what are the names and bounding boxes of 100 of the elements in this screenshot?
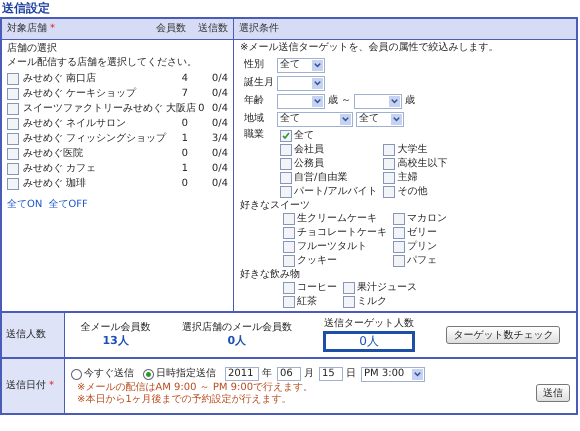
checkbox[interactable] [283,296,295,308]
store-name: みせめぐ ケーキショップ [23,88,138,100]
checkbox[interactable] [280,144,292,156]
option-label: 公務員 [294,158,324,170]
option-label: 紅茶 [297,296,317,308]
checkbox[interactable] [393,255,405,267]
radio-button[interactable] [143,368,154,380]
stat-label: 送信ターゲット人数 [324,318,414,330]
link[interactable]: 全てON [7,199,42,211]
checkbox[interactable] [393,213,405,225]
page-title: 送信設定 [1,0,51,17]
caret-icon [389,96,400,106]
select-field[interactable] [277,94,325,108]
checkbox[interactable] [7,148,19,160]
time-select[interactable]: PM 3:00 [361,366,425,382]
checkbox[interactable] [280,172,292,184]
radio-button[interactable] [71,368,82,380]
checkbox[interactable] [393,241,405,253]
select-field[interactable]: 全て [277,58,325,72]
checkbox[interactable] [383,158,396,170]
store-name: みせめぐ 珈琲 [23,178,88,190]
store-name: みせめぐ 南口店 [23,72,98,84]
checkbox[interactable] [7,102,19,114]
checkbox[interactable] [283,227,295,239]
date-input[interactable]: 06 [277,367,301,381]
checkbox[interactable] [343,296,355,308]
date-input[interactable]: 15 [319,367,343,381]
filter-label: 性別 [244,59,265,71]
stat-label: 全メール会員数 [80,322,151,334]
select-field[interactable]: 全て [277,112,353,126]
radio-label: 日時指定送信 [156,368,216,380]
checkbox[interactable] [283,213,295,225]
sent-count: 0/4 [210,148,228,160]
required-mark: * [49,380,54,392]
checkbox[interactable] [7,178,19,190]
checkbox[interactable] [280,158,292,170]
member-count: 1 [180,132,188,144]
member-count: 4 [180,72,188,84]
column-header: 会員数 [156,23,186,35]
checkbox[interactable] [383,144,396,156]
sent-count: 3/4 [210,132,228,144]
unit-label: 日 [346,368,356,380]
caret-icon [391,114,402,124]
member-count: 0 [180,148,188,160]
option-label: パート/アルバイト [294,186,378,198]
group-label: 職業 [244,129,265,142]
group-label: 好きなスイーツ [240,200,310,211]
sent-count: 0/4 [210,162,228,174]
checkbox[interactable] [7,72,19,84]
caret-icon [312,78,323,88]
option-label: プリン [407,241,437,253]
sent-count: 0/4 [210,118,228,130]
option-label: 高校生以下 [397,158,448,170]
stat-value: 0人 [228,334,246,348]
checkbox[interactable] [343,282,355,294]
send-button[interactable]: 送信 [536,384,570,402]
member-count: 0 [197,102,204,114]
option-label: クッキー [297,255,337,267]
date-input[interactable]: 2011 [225,367,259,381]
checkbox[interactable] [280,186,292,198]
unit-label: 年 [262,368,272,380]
link[interactable]: 全てOFF [48,199,88,211]
option-label: コーヒー [297,282,337,294]
checkbox[interactable] [7,88,19,100]
select-field[interactable]: 全て [356,112,404,126]
select-field[interactable] [277,76,325,90]
checkbox[interactable] [383,172,396,184]
sent-count: 0/4 [210,178,228,190]
checkbox[interactable] [280,130,292,142]
select-field[interactable] [354,94,402,108]
check-target-button[interactable]: ターゲット数チェック [446,326,560,344]
group-label: 好きな飲み物 [240,269,300,280]
member-count: 1 [180,162,188,174]
option-label: マカロン [407,213,447,225]
option-label: 大学生 [397,144,428,156]
caret-icon [312,96,323,106]
option-label: 生クリームケーキ [297,213,377,225]
option-label: その他 [397,186,428,198]
radio-label: 今すぐ送信 [84,368,134,380]
stat-label: 選択店舗のメール会員数 [182,322,292,334]
row-label: 送信人数 [2,313,65,357]
caret-icon [340,114,351,124]
checkbox[interactable] [393,227,405,239]
checkbox[interactable] [283,282,295,294]
sent-count: 0/4 [210,88,228,100]
store-name: みせめぐ フィッシングショップ [23,132,168,144]
member-count: 0 [180,178,188,190]
checkbox[interactable] [283,241,295,253]
sent-count: 0/4 [210,72,228,84]
checkbox[interactable] [383,186,396,198]
checkbox[interactable] [7,118,19,130]
store-name: スイーツファクトリーみせめぐ 大阪店 [23,102,196,114]
checkbox[interactable] [7,162,19,174]
checkbox[interactable] [283,255,295,267]
option-label: パフェ [407,255,437,267]
caret-icon [312,60,323,70]
caret-icon [412,368,423,380]
stat-value: 13人 [102,334,129,348]
unit-label: 月 [304,368,314,380]
checkbox[interactable] [7,132,19,144]
